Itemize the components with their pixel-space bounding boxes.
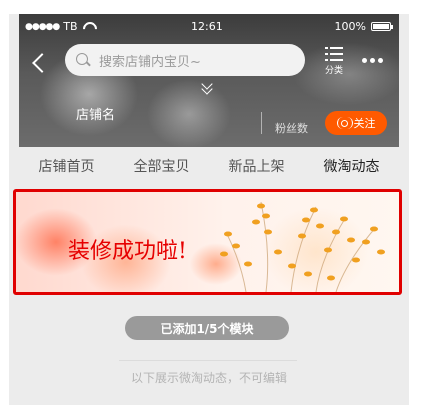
banner-title: 装修成功啦! (68, 239, 187, 264)
wifi-icon (82, 22, 94, 31)
fans-count-label: 粉丝数 (275, 122, 308, 135)
signal-dots: ●●●●● (25, 21, 60, 32)
battery-percent: 100% (334, 20, 366, 33)
tab-shop-home[interactable]: 店铺首页 (19, 156, 114, 176)
status-bar-left: ●●●●● TB (25, 20, 94, 33)
search-icon (75, 52, 91, 68)
status-bar-right: 100% (334, 20, 393, 33)
follow-label: 关注 (353, 117, 376, 130)
list-icon (325, 46, 343, 62)
tab-bar: 店铺首页 全部宝贝 新品上架 微淘动态 (19, 147, 399, 184)
feed-note: 以下展示微淘动态，不可编辑 (130, 371, 287, 385)
phone-screen: ●●●●● TB 12:61 100% 搜索店铺内宝贝~ 分类 店铺名 粉丝数 … (9, 14, 409, 405)
more-icon[interactable] (362, 58, 383, 63)
chevron-double-down-icon[interactable] (199, 80, 215, 96)
back-icon[interactable] (31, 48, 51, 76)
banner-module[interactable]: 装修成功啦! (13, 189, 402, 295)
carrier-label: TB (63, 20, 78, 33)
search-input[interactable]: 搜索店铺内宝贝~ (65, 44, 305, 76)
battery-icon (371, 22, 393, 31)
divider (261, 112, 262, 134)
tab-new-arrivals[interactable]: 新品上架 (209, 156, 304, 176)
broadcast-icon (336, 117, 353, 129)
status-time: 12:61 (191, 20, 223, 33)
search-placeholder: 搜索店铺内宝贝~ (99, 54, 201, 70)
module-count-badge: 已添加1/5个模块 (125, 316, 289, 340)
follow-button[interactable]: 关注 (325, 111, 387, 135)
tab-weitao-feed[interactable]: 微淘动态 (304, 156, 399, 176)
shop-header: ●●●●● TB 12:61 100% 搜索店铺内宝贝~ 分类 店铺名 粉丝数 … (19, 14, 399, 147)
category-label: 分类 (324, 66, 343, 76)
category-button[interactable]: 分类 (321, 46, 347, 76)
shop-name: 店铺名 (76, 108, 116, 123)
tab-all-items[interactable]: 全部宝贝 (114, 156, 209, 176)
divider (119, 360, 297, 361)
